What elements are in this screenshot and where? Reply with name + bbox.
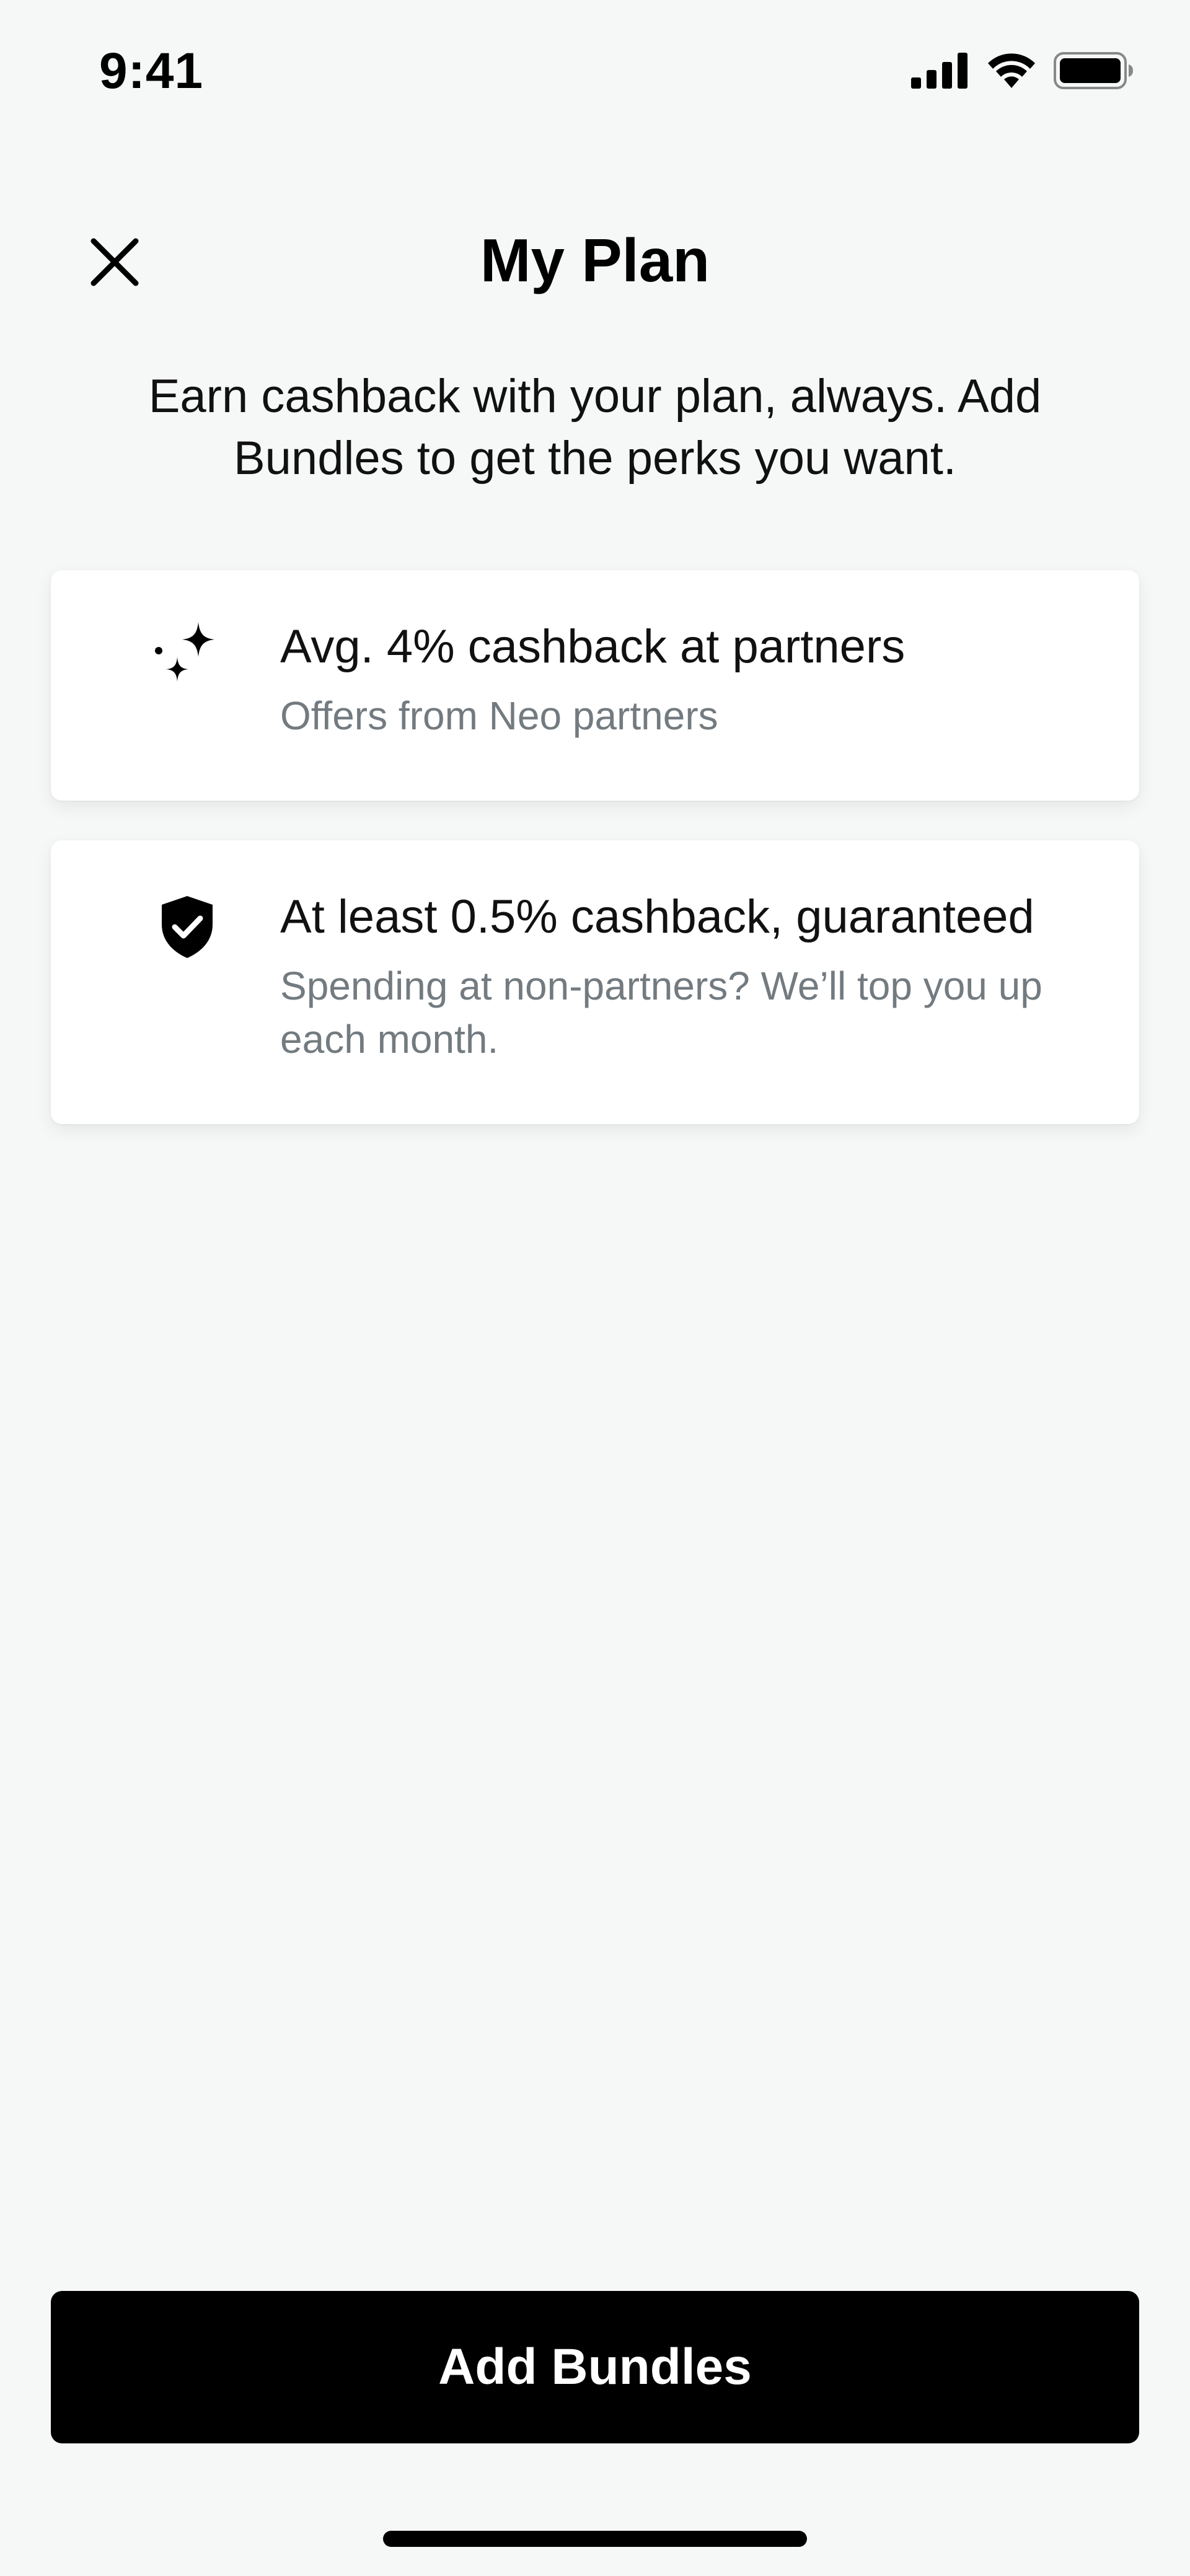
status-bar: 9:41 (0, 0, 1190, 149)
battery-icon (1054, 52, 1134, 92)
card-title: At least 0.5% cashback, guaranteed (280, 890, 1034, 943)
status-time: 9:41 (99, 43, 204, 99)
intro-text: Earn cashback with your plan, always. Ad… (148, 370, 1042, 485)
home-indicator (383, 2531, 807, 2547)
wifi-icon (987, 52, 1036, 92)
cellular-signal-icon (911, 53, 969, 92)
guaranteed-cashback-card: At least 0.5% cashback, guaranteed Spend… (51, 840, 1139, 1124)
sparkles-icon (144, 613, 231, 700)
cashback-partners-card: Avg. 4% cashback at partners Offers from… (51, 570, 1139, 801)
card-subtitle: Spending at non-partners? We’ll top you … (280, 964, 1042, 1062)
shield-check-icon (144, 884, 231, 970)
card-title: Avg. 4% cashback at partners (280, 620, 906, 673)
header: My Plan (0, 204, 1190, 304)
page-title: My Plan (480, 226, 710, 294)
add-bundles-button[interactable]: Add Bundles (51, 2291, 1139, 2443)
card-subtitle: Offers from Neo partners (280, 693, 718, 738)
status-icons (911, 52, 1134, 92)
